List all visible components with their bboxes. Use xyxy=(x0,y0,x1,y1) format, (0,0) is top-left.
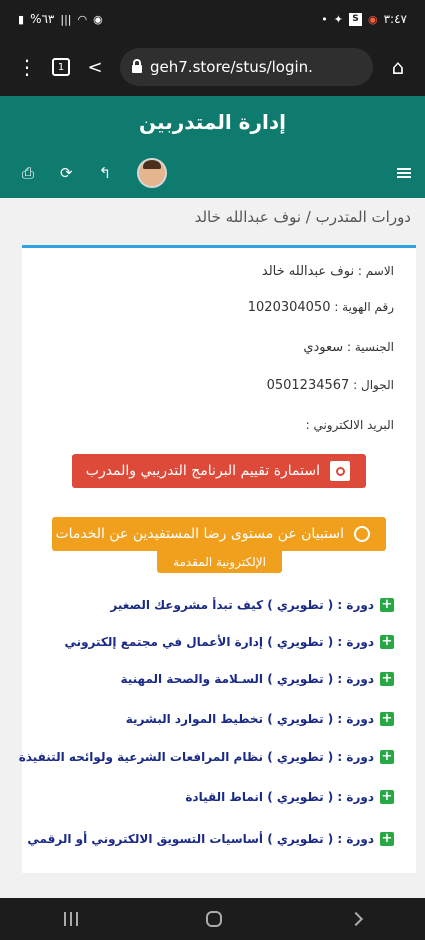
plus-icon: + xyxy=(380,831,394,846)
nationality-row: الجنسية : سعودي xyxy=(303,340,394,355)
nationality-value: سعودي xyxy=(303,340,344,355)
plus-icon: + xyxy=(380,789,394,804)
plus-icon: + xyxy=(380,749,394,764)
mobile-label: الجوال : xyxy=(353,378,394,392)
course-label: دورة : ( تطويري ) كيف تبدأ مشروعك الصغير xyxy=(110,598,374,612)
wifi-icon: ◠ xyxy=(77,12,88,26)
trainee-card: الاسم : نوف عبدالله خالد رقم الهوية : 10… xyxy=(19,245,416,873)
id-value: 1020304050 xyxy=(247,300,331,315)
status-left: ▮ %٦٣ ||| ◠ ◉ xyxy=(18,12,103,26)
refresh-icon[interactable]: ⟳ xyxy=(60,164,73,182)
breadcrumb: دورات المتدرب / نوف عبدالله خالد xyxy=(194,208,411,226)
course-item[interactable]: + دورة : ( تطويري ) إدارة الأعمال في مجت… xyxy=(64,635,394,649)
share-icon[interactable]: < xyxy=(78,50,112,84)
toolbar-actions: ⎙ ⟳ ↰ xyxy=(22,158,168,188)
nationality-label: الجنسية : xyxy=(347,340,394,354)
course-label: دورة : ( تطويري ) نظام المرافعات الشرعية… xyxy=(18,750,374,764)
evaluation-form-button[interactable]: استمارة تقييم البرنامج التدريبي والمدرب xyxy=(72,454,366,488)
home-button-icon[interactable] xyxy=(206,911,223,927)
reply-icon[interactable]: ↰ xyxy=(99,164,112,182)
mobile-value: 0501234567 xyxy=(266,378,350,393)
email-label: البريد الالكتروني : xyxy=(305,418,394,432)
course-item[interactable]: + دورة : ( تطويري ) تخطيط الموارد البشري… xyxy=(126,712,394,726)
notification-dot-icon: • xyxy=(321,12,328,26)
course-item[interactable]: + دورة : ( تطويري ) كيف تبدأ مشروعك الصغ… xyxy=(110,598,394,612)
page-title: إدارة المتدربين xyxy=(0,96,425,148)
course-label: دورة : ( تطويري ) أساسيات التسويق الالكت… xyxy=(27,832,374,846)
circle-icon xyxy=(354,526,370,542)
course-item[interactable]: + دورة : ( تطويري ) انماط القيادة xyxy=(185,790,394,804)
url-bar[interactable]: geh7.store/stus/login. xyxy=(120,48,373,86)
back-icon[interactable] xyxy=(348,911,363,927)
survey-label-line2: الإلكترونية المقدمة xyxy=(173,555,266,569)
course-item[interactable]: + دورة : ( تطويري ) نظام المرافعات الشرع… xyxy=(19,750,394,764)
tab-count: 1 xyxy=(52,58,70,76)
url-text: geh7.store/stus/login. xyxy=(150,58,313,76)
recents-icon[interactable] xyxy=(64,912,79,926)
app-toolbar: ⎙ ⟳ ↰ xyxy=(0,148,425,198)
lock-icon xyxy=(132,59,142,73)
evaluation-form-label: استمارة تقييم البرنامج التدريبي والمدرب xyxy=(85,463,320,479)
circle-icon xyxy=(330,461,350,481)
signal-icon: ||| xyxy=(60,12,72,26)
plus-icon: + xyxy=(380,597,394,612)
record-icon: ◉ xyxy=(368,12,378,26)
course-label: دورة : ( تطويري ) إدارة الأعمال في مجتمع… xyxy=(64,635,374,649)
survey-button[interactable]: استبيان عن مستوى رضا المستفيدين عن الخدم… xyxy=(52,517,386,551)
twitter-icon: ✦ xyxy=(333,12,343,26)
user-avatar[interactable] xyxy=(137,158,168,188)
plus-icon: + xyxy=(380,711,394,726)
name-label: الاسم : xyxy=(357,264,394,278)
id-label: رقم الهوية : xyxy=(334,300,394,314)
course-item[interactable]: + دورة : ( تطويري ) السـلامة والصحة المه… xyxy=(120,672,394,686)
status-bar: ▮ %٦٣ ||| ◠ ◉ • ✦ S ◉ ٣:٤٧ xyxy=(0,0,425,38)
name-value: نوف عبدالله خالد xyxy=(261,264,355,279)
home-icon[interactable]: ⌂ xyxy=(381,50,415,84)
id-row: رقم الهوية : 1020304050 xyxy=(248,300,394,315)
name-row: الاسم : نوف عبدالله خالد xyxy=(262,264,394,279)
course-label: دورة : ( تطويري ) تخطيط الموارد البشرية xyxy=(125,712,374,726)
survey-button-continued[interactable]: الإلكترونية المقدمة xyxy=(157,551,282,573)
tabs-button[interactable]: 1 xyxy=(44,50,78,84)
course-label: دورة : ( تطويري ) انماط القيادة xyxy=(185,790,374,804)
email-row: البريد الالكتروني : xyxy=(306,418,394,432)
mobile-row: الجوال : 0501234567 xyxy=(267,378,394,393)
location-icon: ◉ xyxy=(93,12,103,26)
battery-percent: %٦٣ xyxy=(30,12,55,26)
battery-icon: ▮ xyxy=(18,12,25,26)
browser-menu-icon[interactable]: ⋮ xyxy=(10,50,44,84)
plus-icon: + xyxy=(380,634,394,649)
clock: ٣:٤٧ xyxy=(383,12,407,26)
course-label: دورة : ( تطويري ) السـلامة والصحة المهني… xyxy=(120,672,374,686)
s-app-icon: S xyxy=(349,12,362,26)
system-nav-bar xyxy=(0,898,425,940)
plus-icon: + xyxy=(380,671,394,686)
course-item[interactable]: + دورة : ( تطويري ) أساسيات التسويق الال… xyxy=(27,832,394,846)
status-right: • ✦ S ◉ ٣:٤٧ xyxy=(321,12,407,26)
browser-toolbar: ⋮ 1 < geh7.store/stus/login. ⌂ xyxy=(0,38,425,96)
survey-label-line1: استبيان عن مستوى رضا المستفيدين عن الخدم… xyxy=(55,526,344,542)
hamburger-icon[interactable] xyxy=(397,168,411,178)
print-icon[interactable]: ⎙ xyxy=(22,164,34,182)
